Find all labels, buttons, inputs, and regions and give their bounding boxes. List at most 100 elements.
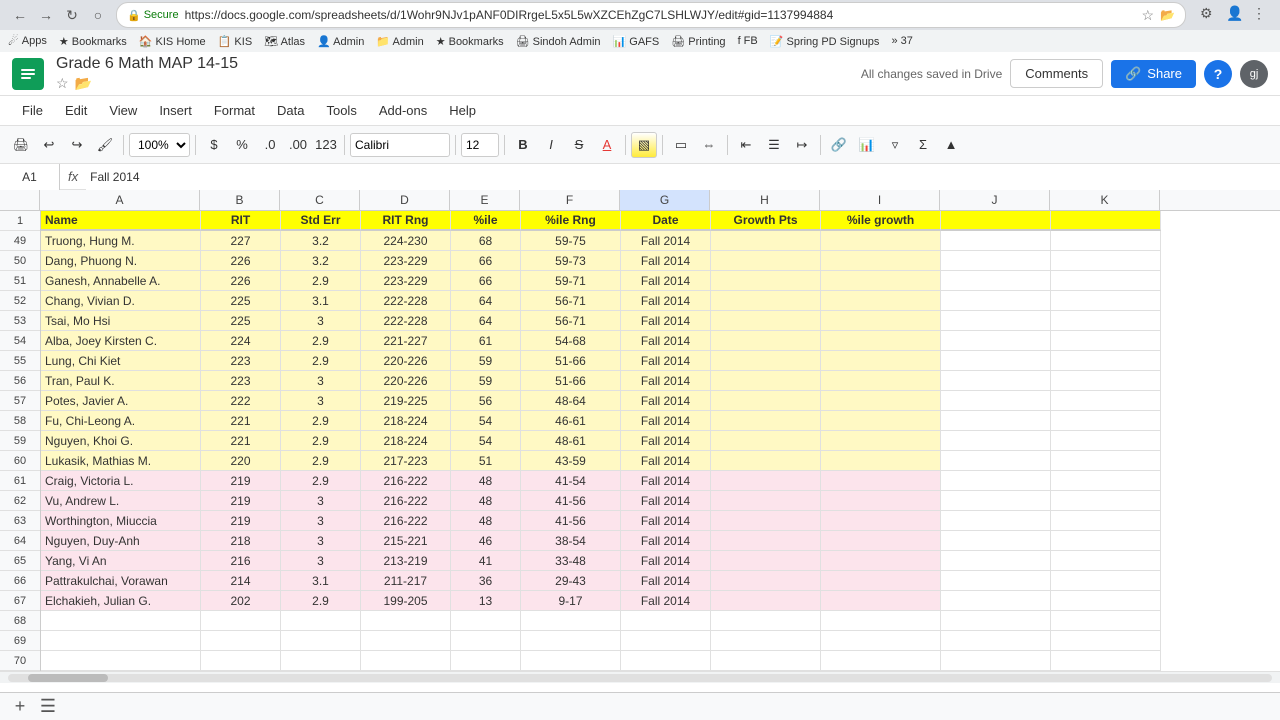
table-cell[interactable] (821, 391, 941, 411)
table-cell[interactable]: 227 (201, 231, 281, 251)
table-cell[interactable]: 48-61 (521, 431, 621, 451)
table-cell[interactable]: 54 (451, 431, 521, 451)
table-cell[interactable] (711, 231, 821, 251)
table-cell[interactable] (201, 651, 281, 671)
menu-icon[interactable]: ⋮ (1252, 5, 1272, 25)
row-num-61[interactable]: 61 (0, 471, 40, 491)
table-cell[interactable]: 54-68 (521, 331, 621, 351)
table-cell[interactable]: 216 (201, 551, 281, 571)
row-num-64[interactable]: 64 (0, 531, 40, 551)
table-cell[interactable]: Fall 2014 (621, 411, 711, 431)
table-cell[interactable]: 223-229 (361, 251, 451, 271)
table-cell[interactable]: 64 (451, 311, 521, 331)
table-cell[interactable]: 51 (451, 451, 521, 471)
table-cell[interactable] (1051, 491, 1161, 511)
table-cell[interactable] (201, 631, 281, 651)
col-header-a[interactable]: A (40, 190, 200, 210)
table-cell[interactable] (1051, 531, 1161, 551)
extensions-icon[interactable]: ⚙ (1200, 5, 1220, 25)
table-cell[interactable]: 48 (451, 511, 521, 531)
table-cell[interactable] (941, 371, 1051, 391)
menu-tools[interactable]: Tools (316, 99, 366, 122)
table-cell[interactable]: 219-225 (361, 391, 451, 411)
col-rit-header[interactable]: RIT (201, 211, 281, 231)
table-cell[interactable] (711, 511, 821, 531)
row-num-58[interactable]: 58 (0, 411, 40, 431)
table-cell[interactable]: 3 (281, 511, 361, 531)
col-header-i[interactable]: I (820, 190, 940, 210)
drive-folder-icon[interactable]: 📂 (75, 75, 92, 92)
table-cell[interactable]: 216-222 (361, 491, 451, 511)
table-cell[interactable]: Ganesh, Annabelle A. (41, 271, 201, 291)
row-num-69[interactable]: 69 (0, 631, 40, 651)
profile-icon[interactable]: 👤 (1226, 5, 1246, 25)
table-cell[interactable] (1051, 571, 1161, 591)
align-center-button[interactable]: ☰ (761, 132, 787, 158)
menu-format[interactable]: Format (204, 99, 265, 122)
table-cell[interactable]: 219 (201, 511, 281, 531)
table-cell[interactable]: 3 (281, 311, 361, 331)
menu-help[interactable]: Help (439, 99, 486, 122)
percent-button[interactable]: % (229, 132, 255, 158)
table-cell[interactable]: 222 (201, 391, 281, 411)
table-cell[interactable] (1051, 271, 1161, 291)
table-cell[interactable] (1051, 391, 1161, 411)
spring-pd-bookmark[interactable]: 📝 Spring PD Signups (770, 35, 880, 48)
table-cell[interactable] (941, 571, 1051, 591)
table-cell[interactable] (41, 631, 201, 651)
table-cell[interactable]: Lung, Chi Kiet (41, 351, 201, 371)
table-cell[interactable] (711, 431, 821, 451)
table-cell[interactable] (821, 451, 941, 471)
table-cell[interactable]: 2.9 (281, 591, 361, 611)
table-cell[interactable]: 36 (451, 571, 521, 591)
table-cell[interactable] (521, 631, 621, 651)
table-cell[interactable]: 29-43 (521, 571, 621, 591)
table-cell[interactable]: 48 (451, 471, 521, 491)
table-cell[interactable]: 3.1 (281, 571, 361, 591)
table-cell[interactable] (941, 411, 1051, 431)
table-cell[interactable]: 61 (451, 331, 521, 351)
table-cell[interactable] (941, 431, 1051, 451)
menu-data[interactable]: Data (267, 99, 314, 122)
table-cell[interactable]: 48-64 (521, 391, 621, 411)
folder-icon[interactable]: 📂 (1160, 8, 1175, 22)
table-cell[interactable]: 56-71 (521, 311, 621, 331)
table-cell[interactable]: Fall 2014 (621, 471, 711, 491)
table-cell[interactable]: Potes, Javier A. (41, 391, 201, 411)
merge-button[interactable]: ⇔ (696, 132, 722, 158)
user-avatar[interactable]: gj (1240, 60, 1268, 88)
table-cell[interactable] (821, 311, 941, 331)
table-cell[interactable]: 220-226 (361, 371, 451, 391)
table-cell[interactable]: 218-224 (361, 431, 451, 451)
table-cell[interactable]: 2.9 (281, 431, 361, 451)
table-cell[interactable]: 59-71 (521, 271, 621, 291)
table-cell[interactable]: Chang, Vivian D. (41, 291, 201, 311)
table-cell[interactable]: 223-229 (361, 271, 451, 291)
home-button[interactable]: ○ (86, 3, 110, 27)
table-cell[interactable] (711, 611, 821, 631)
table-cell[interactable]: 221 (201, 431, 281, 451)
table-cell[interactable]: 219 (201, 491, 281, 511)
table-cell[interactable] (941, 611, 1051, 631)
row-num-62[interactable]: 62 (0, 491, 40, 511)
table-cell[interactable]: 213-219 (361, 551, 451, 571)
table-cell[interactable]: 66 (451, 251, 521, 271)
table-cell[interactable] (521, 651, 621, 671)
table-cell[interactable] (1051, 371, 1161, 391)
table-cell[interactable] (821, 291, 941, 311)
menu-insert[interactable]: Insert (149, 99, 202, 122)
menu-addons[interactable]: Add-ons (369, 99, 437, 122)
table-cell[interactable]: 41-56 (521, 511, 621, 531)
table-cell[interactable] (1051, 611, 1161, 631)
table-cell[interactable]: 2.9 (281, 271, 361, 291)
col-header-e[interactable]: E (450, 190, 520, 210)
table-cell[interactable] (451, 611, 521, 631)
table-cell[interactable] (821, 591, 941, 611)
table-cell[interactable] (821, 371, 941, 391)
table-cell[interactable]: 41-56 (521, 491, 621, 511)
share-button[interactable]: 🔗 Share (1111, 60, 1196, 88)
table-cell[interactable]: Lukasik, Mathias M. (41, 451, 201, 471)
undo-button[interactable]: ↩ (36, 132, 62, 158)
table-cell[interactable]: Truong, Hung M. (41, 231, 201, 251)
col-pctgrowth-header[interactable]: %ile growth (821, 211, 941, 231)
